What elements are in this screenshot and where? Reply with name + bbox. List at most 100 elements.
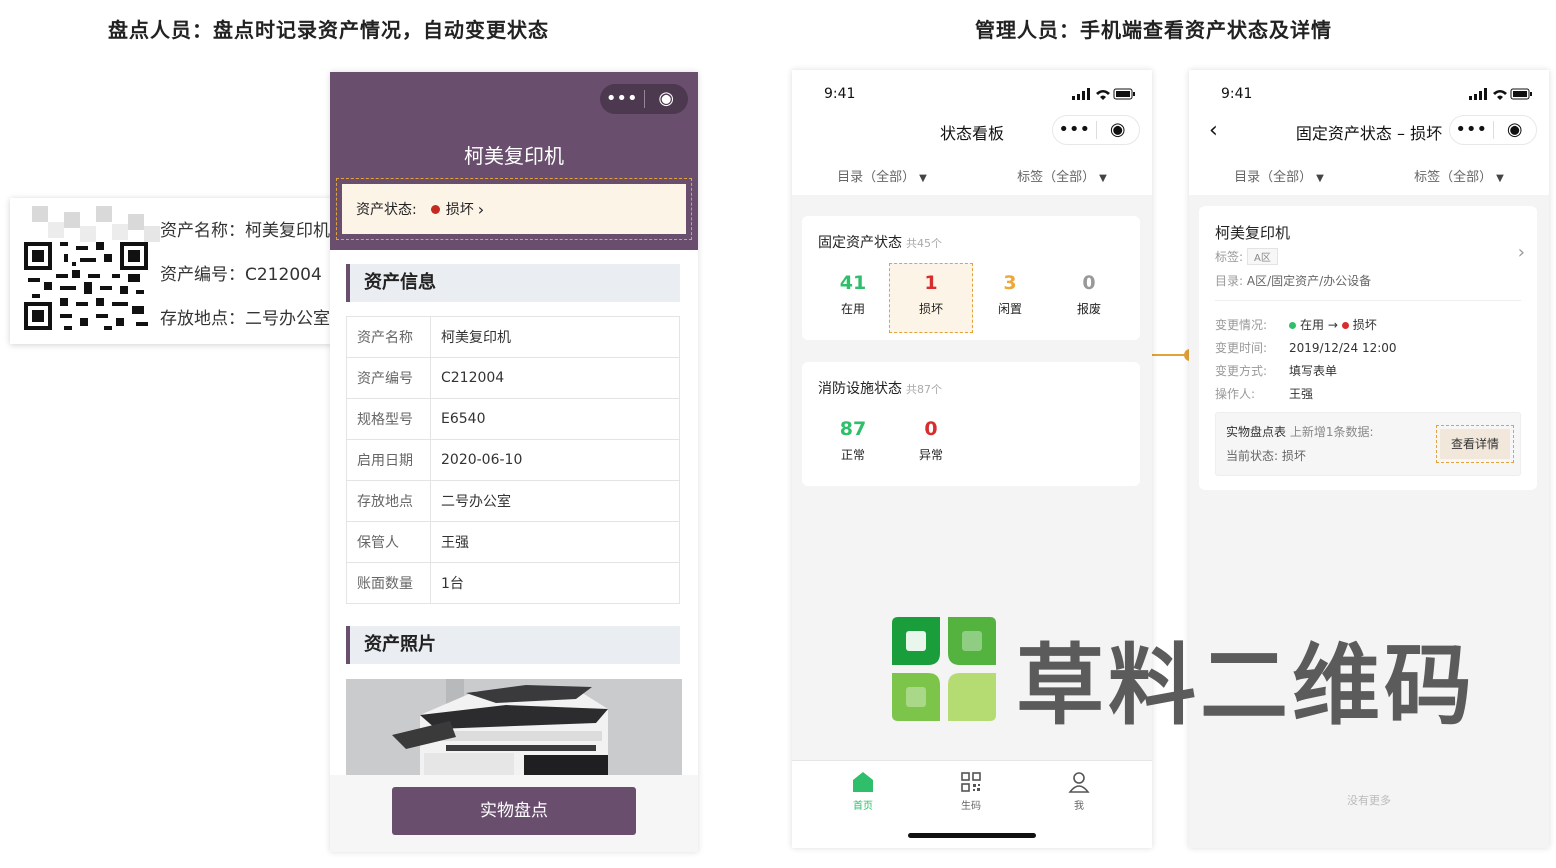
- miniprogram-capsule: ••• ◉: [1052, 115, 1140, 145]
- fixed-asset-count: 共45个: [906, 237, 942, 250]
- caret-down-icon: ▼: [1496, 173, 1504, 184]
- status-time: 9:41: [824, 86, 856, 102]
- close-target-icon[interactable]: ◉: [1494, 115, 1537, 145]
- inventory-record-state: 当前状态: 损坏: [1226, 449, 1306, 463]
- bottom-tab-bar: 首页 生码 我: [792, 760, 1152, 848]
- tab-me[interactable]: 我: [1049, 771, 1109, 812]
- stat-label: 正常: [840, 448, 865, 462]
- detail-time-row: 变更时间: 2019/12/24 12:00: [1215, 339, 1397, 356]
- stat-number: 41: [839, 272, 867, 294]
- stat-label: 闲置: [997, 302, 1022, 316]
- detail-filters: 目录（全部） ▼ 标签（全部） ▼: [1189, 166, 1549, 185]
- filter-catalog[interactable]: 目录（全部） ▼: [1189, 166, 1369, 185]
- filter-tag-label: 标签（全部）: [1414, 170, 1493, 185]
- inventory-record-box: 实物盘点表 上新增1条数据: 当前状态: 损坏 查看详情: [1215, 412, 1521, 476]
- detail-tag-label: 标签:: [1215, 250, 1244, 264]
- filter-tag-label: 标签（全部）: [1017, 170, 1096, 185]
- detail-operator-label: 操作人:: [1215, 387, 1256, 401]
- user-icon: [1068, 772, 1090, 793]
- tab-me-label: 我: [1074, 801, 1084, 812]
- dashboard-top-bar: 9:41 状态看板 ••• ◉ 目录（全部） ▼ 标签（全部） ▼: [792, 70, 1152, 195]
- detail-change-from: 在用: [1300, 318, 1325, 332]
- fixed-asset-title-text: 固定资产状态: [818, 235, 902, 251]
- detail-method-row: 变更方式: 填写表单: [1215, 362, 1337, 379]
- filter-catalog-label: 目录（全部）: [837, 170, 916, 185]
- close-target-icon[interactable]: ◉: [1097, 115, 1140, 145]
- status-red-dot-icon: [1341, 322, 1349, 329]
- stat-damaged[interactable]: 1 损坏: [889, 263, 973, 333]
- tab-home[interactable]: 首页: [833, 771, 893, 812]
- caret-down-icon: ▼: [1099, 173, 1107, 184]
- detail-catalog: 目录: A区/固定资产/办公设备: [1215, 272, 1371, 289]
- arrow-right-icon: →: [1327, 318, 1338, 332]
- detail-catalog-label: 目录:: [1215, 274, 1244, 288]
- stat-abnormal[interactable]: 0 异常: [891, 418, 971, 463]
- qr-code-icon: [961, 772, 981, 792]
- stat-number: 1: [924, 272, 938, 294]
- stat-label: 报废: [1076, 302, 1101, 316]
- view-detail-highlight: 查看详情: [1436, 425, 1514, 463]
- detail-tags: 标签: A区: [1215, 248, 1278, 265]
- detail-change-row: 变更情况: 在用 → 损坏: [1215, 316, 1377, 333]
- stat-in-use[interactable]: 41 在用: [813, 272, 893, 317]
- signal-wifi-battery-icon: [1072, 88, 1135, 100]
- inventory-record-name: 实物盘点表: [1226, 425, 1287, 439]
- miniprogram-capsule: ••• ◉: [1449, 115, 1537, 145]
- filter-catalog[interactable]: 目录（全部） ▼: [792, 166, 972, 185]
- stat-label: 损坏: [918, 302, 943, 316]
- stat-idle[interactable]: 3 闲置: [970, 272, 1050, 317]
- stat-label: 在用: [840, 302, 865, 316]
- caret-down-icon: ▼: [1316, 173, 1324, 184]
- stat-number: 87: [839, 418, 867, 440]
- stat-scrapped[interactable]: 0 报废: [1049, 272, 1129, 317]
- caoliao-logo-icon: [892, 617, 996, 721]
- detail-operator-value: 王强: [1289, 387, 1314, 401]
- filter-tag[interactable]: 标签（全部） ▼: [1369, 166, 1549, 185]
- watermark-text: 草料二维码: [1016, 634, 1477, 737]
- stat-normal[interactable]: 87 正常: [813, 418, 893, 463]
- detail-time-label: 变更时间:: [1215, 341, 1268, 355]
- detail-change-label: 变更情况:: [1215, 318, 1268, 332]
- more-dots-icon[interactable]: •••: [1450, 115, 1493, 145]
- stat-label: 异常: [918, 448, 943, 462]
- filter-tag[interactable]: 标签（全部） ▼: [972, 166, 1152, 185]
- status-green-dot-icon: [1289, 322, 1296, 329]
- caret-down-icon: ▼: [919, 173, 927, 184]
- stat-number: 0: [924, 418, 938, 440]
- more-dots-icon[interactable]: •••: [1053, 115, 1096, 145]
- dashboard-filters: 目录（全部） ▼ 标签（全部） ▼: [792, 166, 1152, 185]
- detail-method-value: 填写表单: [1289, 364, 1338, 378]
- detail-tag-chip: A区: [1247, 248, 1278, 265]
- asset-detail-card[interactable]: 柯美复印机 标签: A区 目录: A区/固定资产/办公设备 › 变更情况: 在用 →…: [1199, 206, 1537, 490]
- detail-change-to: 损坏: [1352, 318, 1377, 332]
- filter-catalog-label: 目录（全部）: [1234, 170, 1313, 185]
- stat-number: 0: [1082, 272, 1096, 294]
- no-more-text: 没有更多: [1347, 794, 1391, 807]
- fire-facility-card: 消防设施状态 共87个 87 正常 0 异常: [802, 362, 1140, 486]
- tab-home-label: 首页: [853, 801, 873, 812]
- fixed-asset-title: 固定资产状态 共45个: [818, 232, 942, 252]
- detail-catalog-value: A区/固定资产/办公设备: [1246, 274, 1372, 288]
- inventory-record-title: 实物盘点表 上新增1条数据:: [1226, 423, 1374, 440]
- detail-top-bar: 9:41 ‹ 固定资产状态 – 损坏 ••• ◉ 目录（全部） ▼ 标签（全部） ▼: [1189, 70, 1549, 195]
- signal-wifi-battery-icon: [1469, 88, 1532, 100]
- home-indicator: [908, 833, 1036, 838]
- fixed-asset-card: 固定资产状态 共45个 41 在用 1 损坏 3 闲置 0 报废: [802, 216, 1140, 340]
- detail-operator-row: 操作人: 王强: [1215, 385, 1313, 402]
- status-time: 9:41: [1221, 86, 1253, 102]
- inventory-record-note: 上新增1条数据:: [1289, 425, 1374, 439]
- detail-asset-name: 柯美复印机: [1215, 224, 1291, 242]
- fire-facility-title: 消防设施状态 共87个: [818, 378, 942, 398]
- tab-generate[interactable]: 生码: [941, 771, 1001, 812]
- fire-facility-title-text: 消防设施状态: [818, 381, 902, 397]
- watermark: 草料二维码: [892, 617, 1512, 737]
- stat-number: 3: [1003, 272, 1017, 294]
- fire-facility-count: 共87个: [906, 383, 942, 396]
- tab-generate-label: 生码: [961, 801, 981, 812]
- detail-divider: [1215, 300, 1521, 301]
- home-icon: [853, 772, 873, 792]
- detail-method-label: 变更方式:: [1215, 364, 1268, 378]
- view-detail-button[interactable]: 查看详情: [1440, 429, 1510, 459]
- detail-time-value: 2019/12/24 12:00: [1289, 341, 1397, 355]
- chevron-right-icon[interactable]: ›: [1518, 242, 1525, 263]
